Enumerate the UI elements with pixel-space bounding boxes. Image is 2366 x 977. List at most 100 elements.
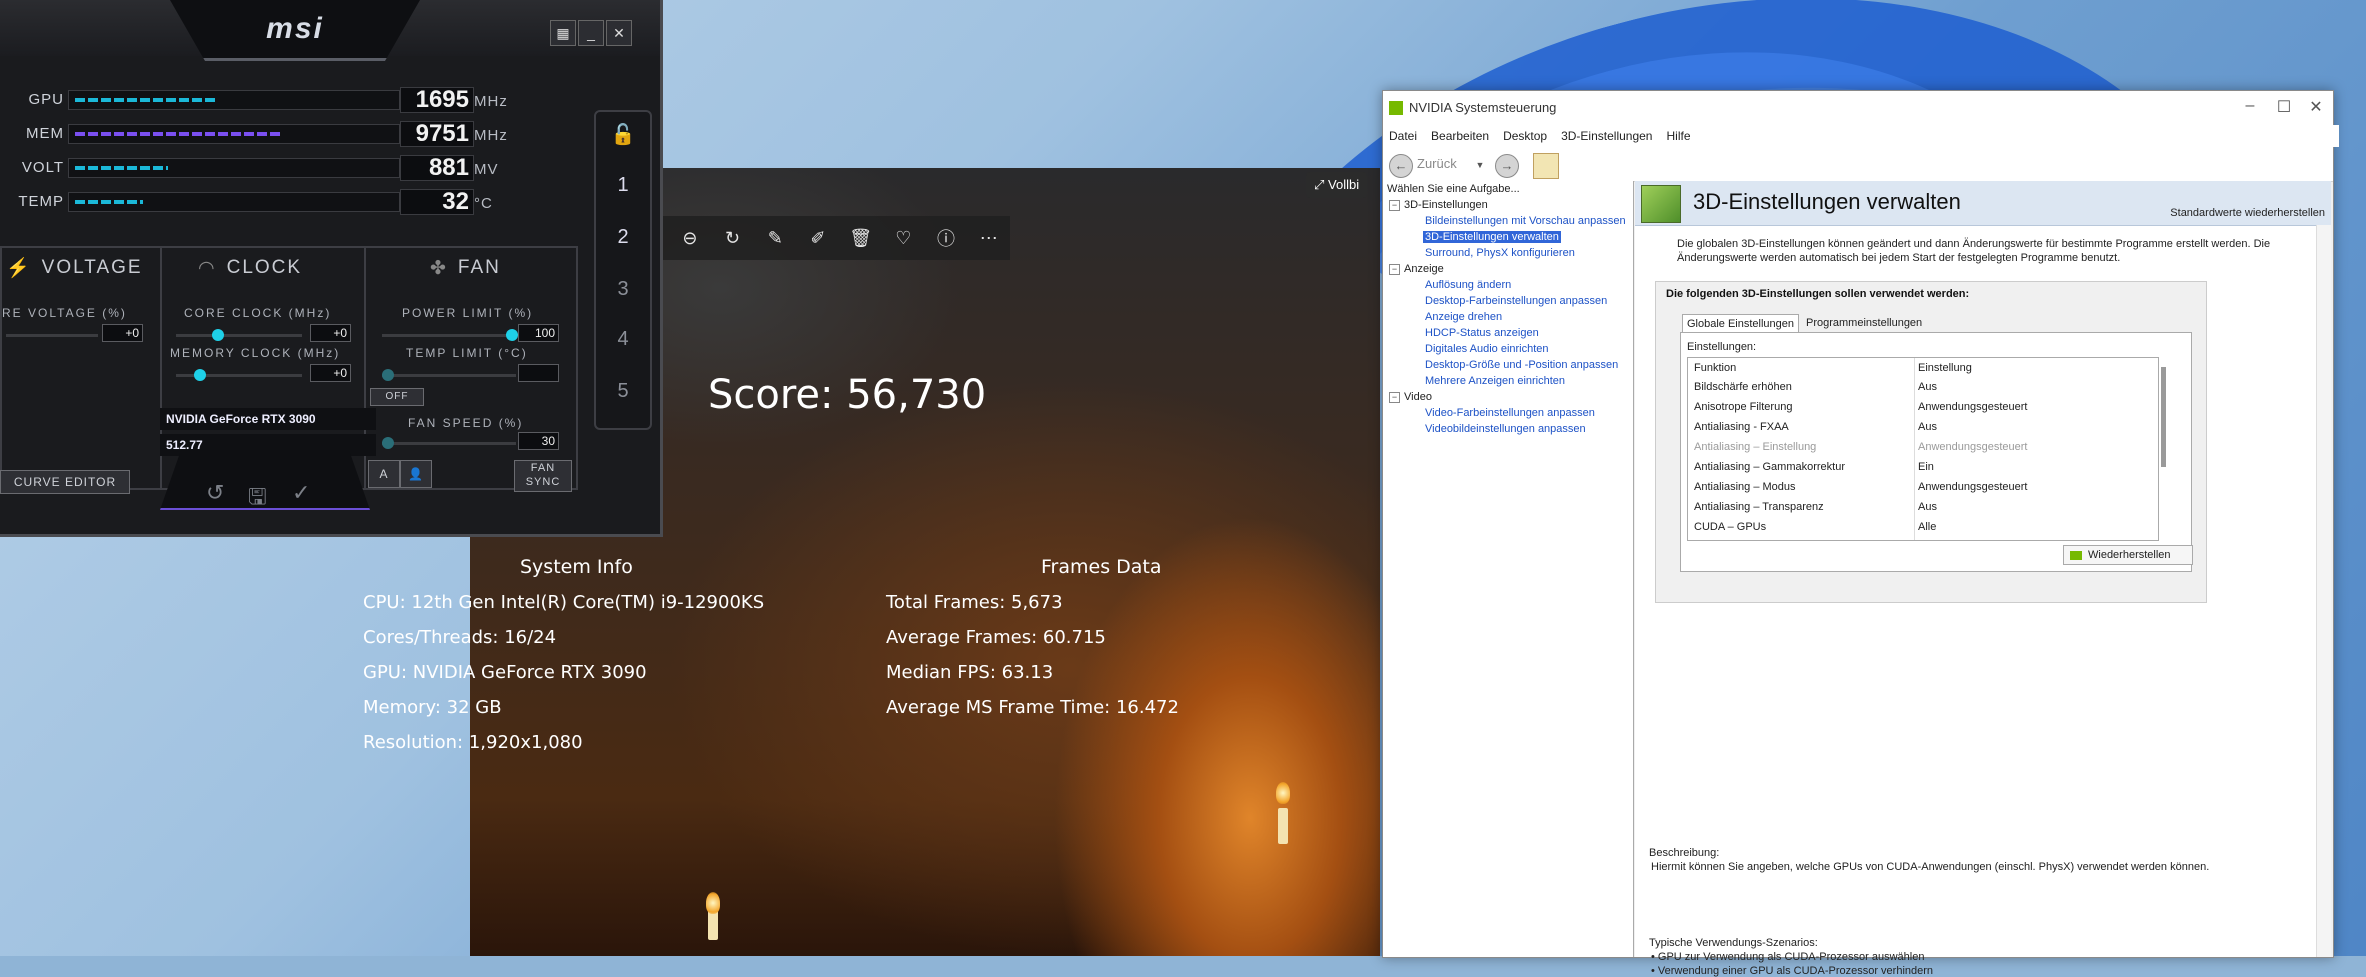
- collapse-icon[interactable]: −: [1389, 263, 1400, 275]
- tab-global-settings[interactable]: Globale Einstellungen: [1682, 314, 1800, 333]
- tree-link[interactable]: Auflösung ändern: [1425, 279, 1511, 291]
- table-row[interactable]: Anisotrope Filterung Anwendungsgesteuert: [1688, 398, 2158, 418]
- menu-datei[interactable]: Datei: [1389, 129, 1417, 143]
- auto-fan-icon[interactable]: A: [368, 460, 400, 488]
- core-clock-value[interactable]: +0: [310, 324, 351, 342]
- lock-icon[interactable]: 🔓: [596, 122, 650, 147]
- history-dropdown-icon[interactable]: ▼: [1469, 154, 1491, 176]
- core-voltage-value[interactable]: +0: [102, 324, 143, 342]
- fan-speed-slider[interactable]: [382, 437, 516, 449]
- menu-bearbeiten[interactable]: Bearbeiten: [1431, 129, 1489, 143]
- nv-maximize-button[interactable]: ☐: [2269, 97, 2299, 117]
- tree-category[interactable]: − Video: [1389, 391, 1432, 403]
- back-arrow-icon[interactable]: ←: [1389, 154, 1413, 178]
- table-row[interactable]: Antialiasing – Einstellung Anwendungsgest…: [1688, 438, 2158, 458]
- save-icon[interactable]: 🖫: [248, 480, 267, 518]
- nv-minimize-button[interactable]: –: [2235, 97, 2265, 117]
- core-clock-knob[interactable]: [212, 329, 224, 341]
- table-row[interactable]: Antialiasing - FXAA Aus: [1688, 418, 2158, 438]
- more-icon[interactable]: ⋯: [967, 216, 1010, 260]
- nv-close-button[interactable]: ✕: [2301, 97, 2331, 117]
- setting-value[interactable]: Anwendungsgesteuert: [1918, 441, 2027, 453]
- setting-value[interactable]: Aus: [1918, 421, 1937, 433]
- tree-link[interactable]: Mehrere Anzeigen einrichten: [1425, 375, 1565, 387]
- collapse-icon[interactable]: −: [1389, 199, 1400, 211]
- info-icon[interactable]: ⓘ: [925, 216, 968, 260]
- power-limit-value[interactable]: 100: [518, 324, 559, 342]
- core-clock-slider[interactable]: [176, 329, 302, 341]
- profile-3[interactable]: 3: [596, 278, 650, 301]
- setting-value[interactable]: Anwendungsgesteuert: [1918, 481, 2027, 493]
- tree-link[interactable]: Videobildeinstellungen anpassen: [1425, 423, 1586, 435]
- curve-editor-button[interactable]: CURVE EDITOR: [0, 470, 130, 494]
- temp-limit-knob[interactable]: [382, 369, 394, 381]
- forward-arrow-icon[interactable]: →: [1495, 154, 1519, 178]
- profile-4[interactable]: 4: [596, 328, 650, 351]
- setting-value[interactable]: Aus: [1918, 501, 1937, 513]
- tree-link[interactable]: Anzeige drehen: [1425, 311, 1502, 323]
- settings-scrollbar[interactable]: [2159, 357, 2169, 539]
- core-voltage-slider[interactable]: [6, 334, 98, 337]
- table-row[interactable]: Antialiasing – Transparenz Aus: [1688, 498, 2158, 518]
- reset-icon[interactable]: ↺: [206, 480, 224, 506]
- tree-link[interactable]: Desktop-Farbeinstellungen anpassen: [1425, 295, 1607, 307]
- setting-value[interactable]: Alle: [1918, 521, 1936, 533]
- delete-icon[interactable]: 🗑: [839, 216, 882, 260]
- user-fan-icon[interactable]: 👤: [400, 460, 432, 488]
- setting-value[interactable]: Anwendungsgesteuert: [1918, 401, 2027, 413]
- edit-image-icon[interactable]: ✎: [754, 216, 797, 260]
- fan-sync-button[interactable]: FAN SYNC: [514, 460, 572, 492]
- tree-link[interactable]: HDCP-Status anzeigen: [1425, 327, 1539, 339]
- nvidia-control-panel-window: NVIDIA Systemsteuerung – ☐ ✕ Datei Bearb…: [1382, 90, 2339, 977]
- home-icon[interactable]: [1533, 153, 1559, 179]
- temp-limit-slider[interactable]: [382, 369, 516, 381]
- profile-2[interactable]: 2: [596, 226, 650, 249]
- fullscreen-button[interactable]: ⤢ Vollbi: [1306, 172, 1368, 198]
- table-row[interactable]: CUDA – GPUs Alle: [1688, 518, 2158, 538]
- setting-value[interactable]: Aus: [1918, 381, 1937, 393]
- draw-icon[interactable]: ✐: [797, 216, 840, 260]
- msi-close-button[interactable]: ✕: [606, 20, 632, 46]
- collapse-icon[interactable]: −: [1389, 391, 1400, 403]
- tree-category[interactable]: − Anzeige: [1389, 263, 1444, 275]
- tree-link[interactable]: Surround, PhysX konfigurieren: [1425, 247, 1575, 259]
- restore-defaults-link[interactable]: Standardwerte wiederherstellen: [2170, 207, 2325, 219]
- fan-speed-knob[interactable]: [382, 437, 394, 449]
- fan-speed-value[interactable]: 30: [518, 432, 559, 450]
- link-off-toggle[interactable]: OFF: [370, 388, 424, 406]
- clock-section: ◠ CLOCK: [198, 248, 302, 288]
- setting-value[interactable]: Ein: [1918, 461, 1934, 473]
- restore-button[interactable]: Wiederherstellen: [2063, 545, 2193, 565]
- menu-3d-einstellungen[interactable]: 3D-Einstellungen: [1561, 129, 1652, 143]
- apply-check-icon[interactable]: ✓: [292, 480, 310, 506]
- scrollbar-thumb[interactable]: [2161, 367, 2166, 467]
- msi-minimize-button[interactable]: _: [578, 20, 604, 46]
- tree-link[interactable]: 3D-Einstellungen verwalten: [1423, 231, 1561, 243]
- power-limit-slider[interactable]: [382, 329, 518, 341]
- tree-category[interactable]: −3D-Einstellungen: [1389, 199, 1488, 211]
- tree-link[interactable]: Bildeinstellungen mit Vorschau anpassen: [1425, 215, 1626, 227]
- power-limit-knob[interactable]: [506, 329, 518, 341]
- memory-clock-knob[interactable]: [194, 369, 206, 381]
- tree-link[interactable]: Digitales Audio einrichten: [1425, 343, 1549, 355]
- favorite-icon[interactable]: ♡: [882, 216, 925, 260]
- memory-clock-slider[interactable]: [176, 369, 302, 381]
- msi-settings-button[interactable]: ▦: [550, 20, 576, 46]
- temp-limit-value[interactable]: [518, 364, 559, 382]
- tree-link[interactable]: Video-Farbeinstellungen anpassen: [1425, 407, 1595, 419]
- table-row[interactable]: Antialiasing – Gammakorrektur Ein: [1688, 458, 2158, 478]
- profile-1[interactable]: 1: [596, 174, 650, 197]
- back-label[interactable]: Zurück: [1417, 156, 1457, 171]
- table-row[interactable]: DSR - FaktorenOff: [1688, 538, 2158, 540]
- tree-link[interactable]: Desktop-Größe und -Position anpassen: [1425, 359, 1618, 371]
- main-scrollbar[interactable]: [2316, 225, 2331, 957]
- rotate-icon[interactable]: ↻: [711, 216, 754, 260]
- table-row[interactable]: Bildschärfe erhöhen Aus: [1688, 378, 2158, 398]
- profile-5[interactable]: 5: [596, 380, 650, 403]
- tab-program-settings[interactable]: Programmeinstellungen: [1802, 314, 1926, 332]
- zoom-out-icon[interactable]: ⊖: [669, 216, 712, 260]
- menu-desktop[interactable]: Desktop: [1503, 129, 1547, 143]
- table-row[interactable]: Antialiasing – Modus Anwendungsgesteuert: [1688, 478, 2158, 498]
- memory-clock-value[interactable]: +0: [310, 364, 351, 382]
- menu-hilfe[interactable]: Hilfe: [1666, 129, 1690, 143]
